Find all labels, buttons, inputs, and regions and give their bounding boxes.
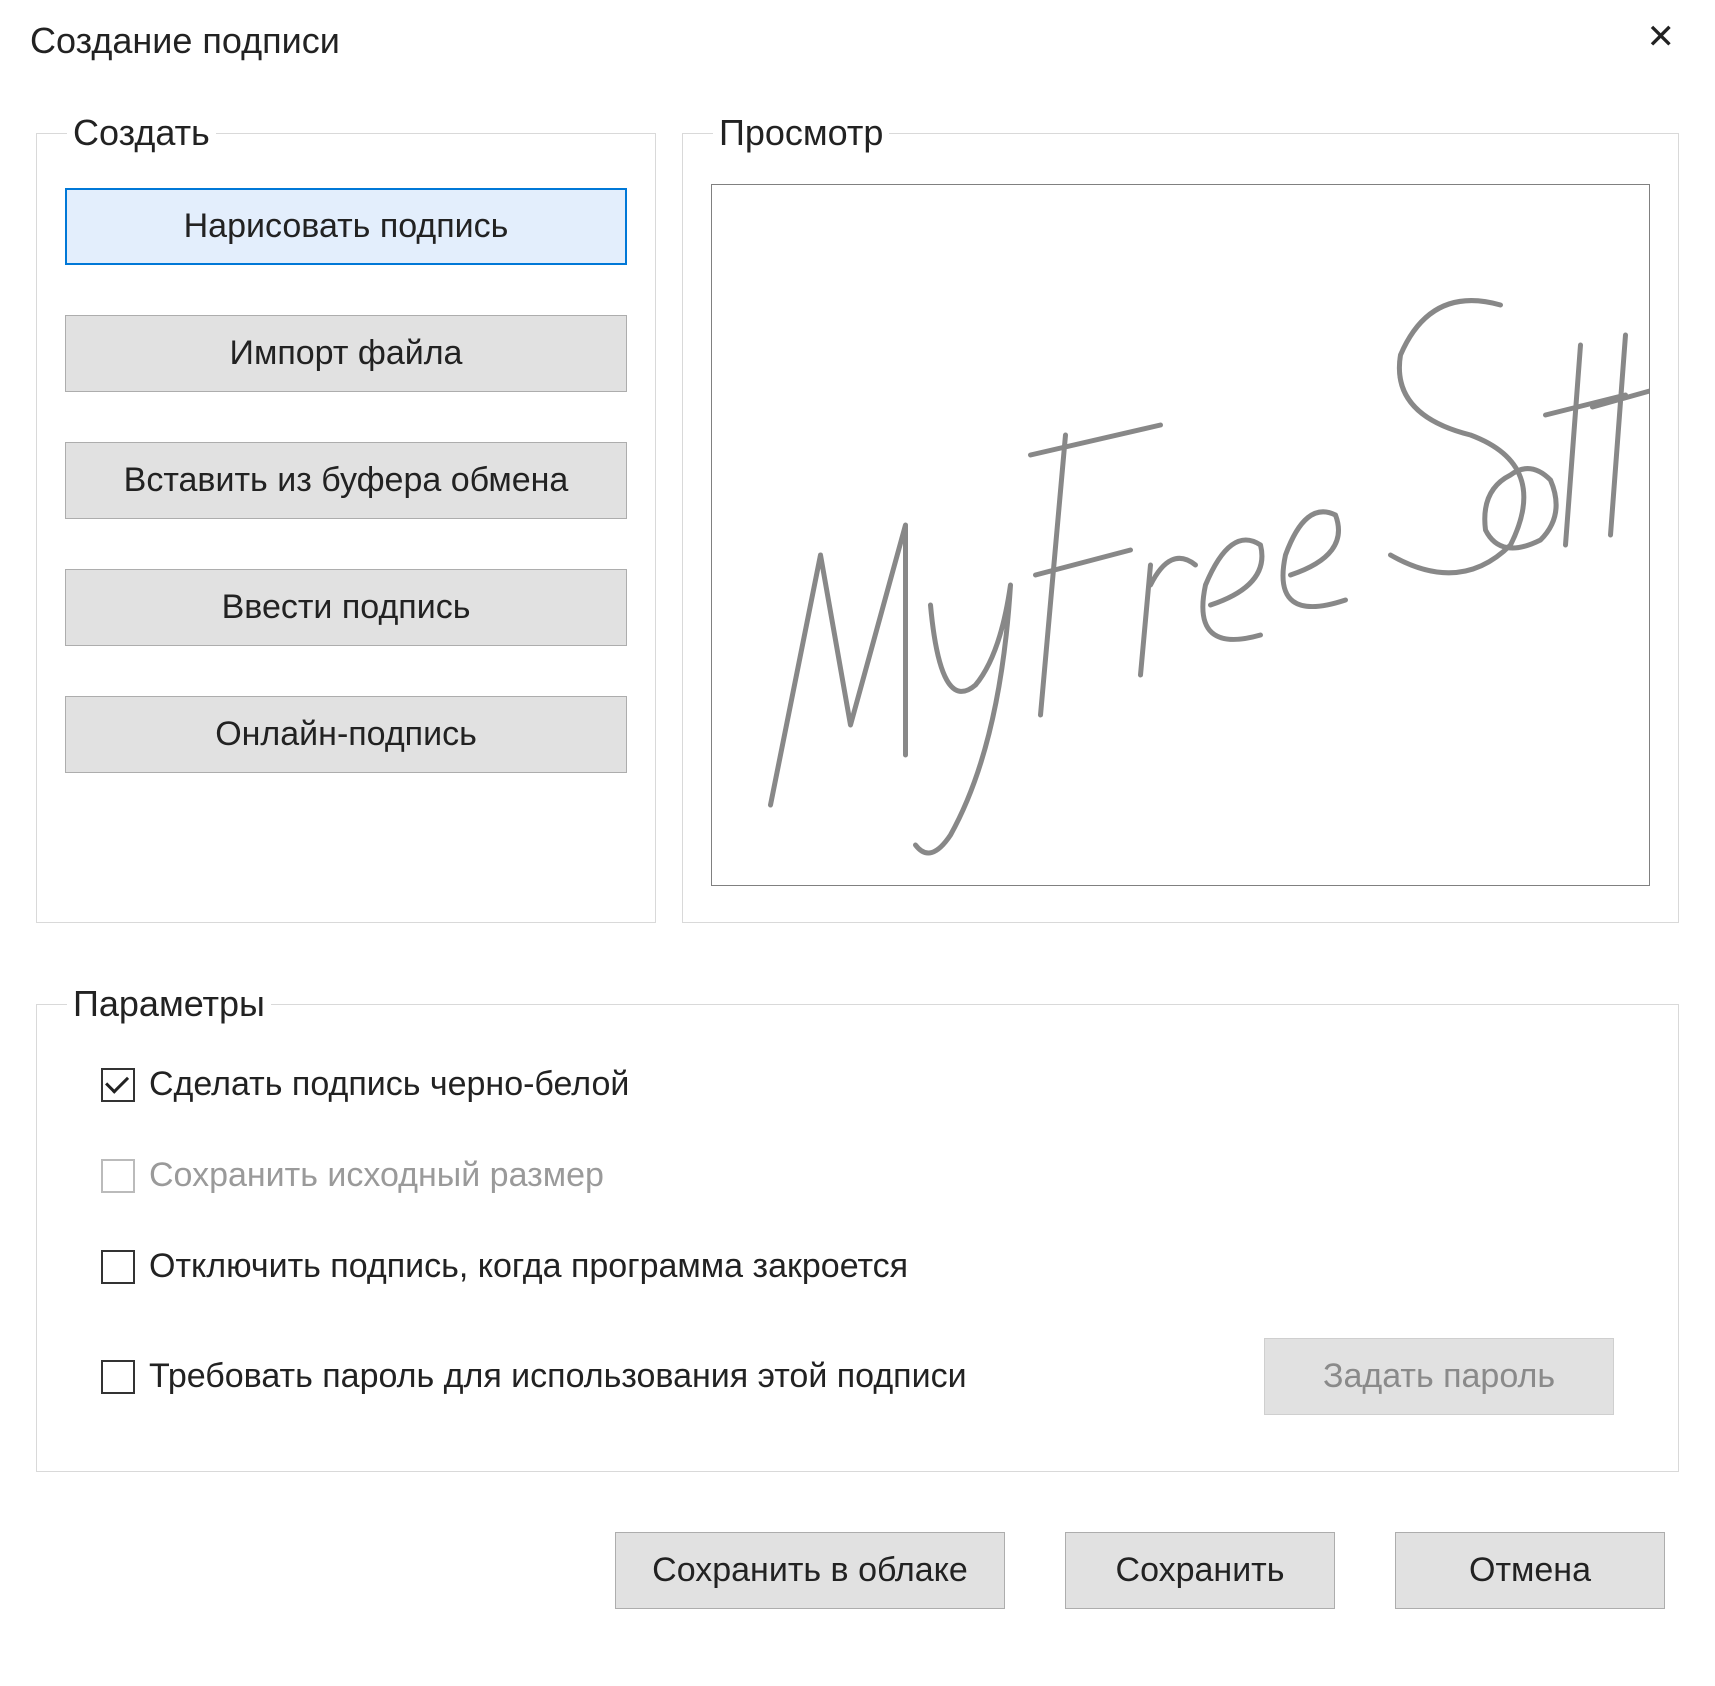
save-button[interactable]: Сохранить bbox=[1065, 1532, 1335, 1609]
cancel-button[interactable]: Отмена bbox=[1395, 1532, 1665, 1609]
options-legend: Параметры bbox=[67, 983, 271, 1025]
type-signature-button[interactable]: Ввести подпись bbox=[65, 569, 627, 646]
signature-preview-canvas[interactable] bbox=[711, 184, 1650, 886]
footer-buttons: Сохранить в облаке Сохранить Отмена bbox=[30, 1532, 1685, 1609]
option-discard-label: Отключить подпись, когда программа закро… bbox=[149, 1247, 908, 1286]
preview-legend: Просмотр bbox=[713, 112, 889, 154]
set-password-button: Задать пароль bbox=[1264, 1338, 1614, 1415]
dialog-title: Создание подписи bbox=[30, 20, 340, 62]
top-row: Создать Нарисовать подпись Импорт файла … bbox=[36, 112, 1679, 923]
option-bw-checkbox[interactable] bbox=[101, 1068, 135, 1102]
create-legend: Создать bbox=[67, 112, 216, 154]
option-discard-row: Отключить подпись, когда программа закро… bbox=[101, 1247, 1614, 1286]
option-discard-checkbox[interactable] bbox=[101, 1250, 135, 1284]
title-bar: Создание подписи ✕ bbox=[30, 20, 1685, 62]
preview-group: Просмотр bbox=[682, 112, 1679, 923]
online-signature-button[interactable]: Онлайн-подпись bbox=[65, 696, 627, 773]
create-group: Создать Нарисовать подпись Импорт файла … bbox=[36, 112, 656, 923]
close-icon[interactable]: ✕ bbox=[1637, 20, 1686, 54]
options-group: Параметры Сделать подпись черно-белой Со… bbox=[36, 983, 1679, 1472]
option-bw-label: Сделать подпись черно-белой bbox=[149, 1065, 629, 1104]
option-keep-size-checkbox bbox=[101, 1159, 135, 1193]
paste-clipboard-button[interactable]: Вставить из буфера обмена bbox=[65, 442, 627, 519]
draw-signature-button[interactable]: Нарисовать подпись bbox=[65, 188, 627, 265]
option-password-row: Требовать пароль для использования этой … bbox=[101, 1338, 1614, 1415]
option-password-label: Требовать пароль для использования этой … bbox=[149, 1357, 967, 1396]
options-list: Сделать подпись черно-белой Сохранить ис… bbox=[65, 1055, 1650, 1435]
option-bw-row: Сделать подпись черно-белой bbox=[101, 1065, 1614, 1104]
save-cloud-button[interactable]: Сохранить в облаке bbox=[615, 1532, 1005, 1609]
import-file-button[interactable]: Импорт файла bbox=[65, 315, 627, 392]
option-password-checkbox[interactable] bbox=[101, 1360, 135, 1394]
option-keep-size-label: Сохранить исходный размер bbox=[149, 1156, 604, 1195]
signature-drawing bbox=[712, 185, 1649, 885]
option-keep-size-row: Сохранить исходный размер bbox=[101, 1156, 1614, 1195]
create-buttons: Нарисовать подпись Импорт файла Вставить… bbox=[65, 184, 627, 773]
